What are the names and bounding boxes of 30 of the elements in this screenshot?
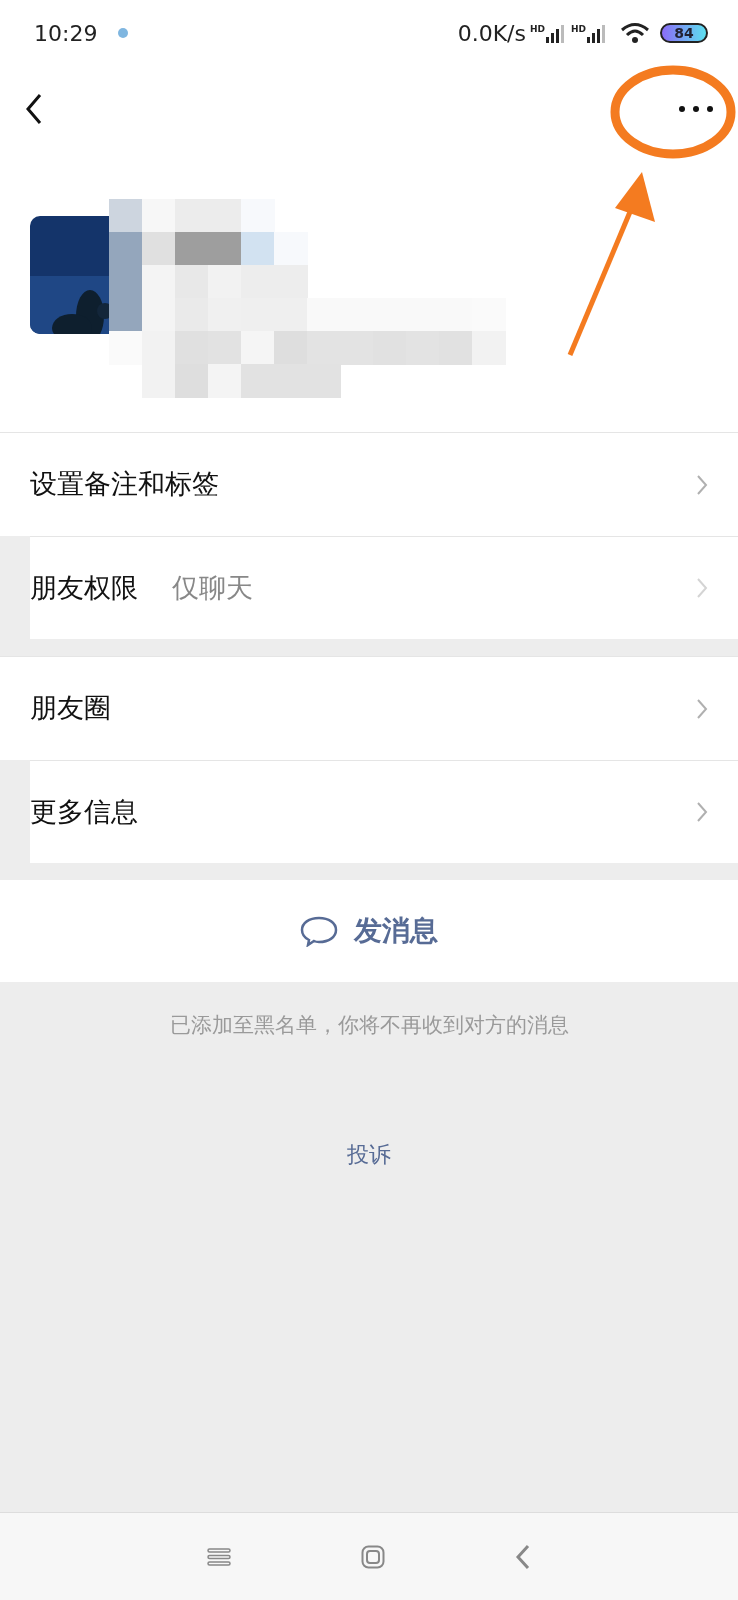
send-message-button[interactable]: 发消息	[0, 880, 738, 982]
home-icon[interactable]	[361, 1544, 385, 1569]
list-item[interactable]: 朋友圈	[0, 657, 738, 760]
item-label: 朋友权限	[30, 570, 138, 605]
item-label: 设置备注和标签	[30, 467, 219, 502]
chevron-icon	[696, 577, 708, 599]
item-value: 仅聊天	[172, 570, 253, 605]
list-item[interactable]: 设置备注和标签	[0, 433, 738, 536]
notification-icon	[117, 27, 130, 39]
chevron-icon	[696, 473, 708, 496]
more-icon[interactable]	[676, 104, 716, 114]
item-label: 更多信息	[30, 794, 138, 829]
signal-label: HD	[571, 23, 586, 36]
chevron-icon	[696, 801, 708, 823]
list-item[interactable]: 更多信息	[30, 760, 738, 863]
network-speed: 0.0K/s	[457, 19, 526, 48]
chat-bubble-icon	[300, 915, 338, 947]
item-label: 朋友圈	[30, 691, 111, 726]
chevron-icon	[696, 697, 708, 720]
clock-time: 10:29	[34, 19, 98, 48]
list-item[interactable]: 朋友权限 仅聊天	[30, 536, 738, 639]
signal-icon	[586, 23, 608, 43]
back-icon[interactable]	[24, 92, 44, 126]
signal-label: HD	[529, 23, 545, 36]
signal-icon	[545, 23, 567, 43]
battery-level: 84	[660, 23, 708, 43]
wifi-icon	[620, 22, 650, 44]
menu-icon[interactable]	[207, 1546, 231, 1567]
blacklist-notice: 已添加至黑名单，你将不再收到对方的消息	[168, 1012, 570, 1039]
complaint-link[interactable]: 投诉	[347, 1137, 391, 1171]
